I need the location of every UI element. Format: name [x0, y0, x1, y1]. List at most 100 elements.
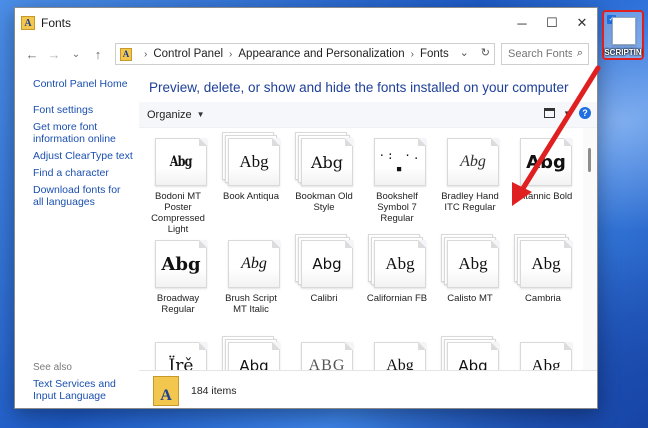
search-box[interactable]: ⌕	[501, 43, 589, 65]
font-sample-text: Ïrě	[168, 356, 194, 370]
font-file-icon: Abg	[149, 234, 207, 288]
font-tile[interactable]: Abg Cambria	[510, 234, 576, 304]
item-count: 184 items	[191, 384, 237, 397]
sidebar-link-font-settings[interactable]: Font settings	[33, 104, 133, 116]
address-bar[interactable]: A › Control Panel › Appearance and Perso…	[115, 43, 495, 65]
title-bar[interactable]: A Fonts ─ ☐ ✕	[15, 8, 597, 38]
font-tile[interactable]: ÏrěCambria Math	[145, 336, 211, 370]
font-tile[interactable]: AbgCentury Gothic	[437, 336, 503, 370]
search-input[interactable]	[508, 48, 572, 60]
page-fold	[418, 342, 426, 350]
close-button[interactable]: ✕	[567, 8, 597, 38]
breadcrumb-appearance[interactable]: Appearance and Personalization	[238, 48, 404, 60]
sidebar-link-download-fonts[interactable]: Download fonts for all languages	[33, 184, 133, 208]
breadcrumb-fonts[interactable]: Fonts	[420, 48, 449, 60]
page-fold	[345, 138, 353, 146]
organize-caret-icon[interactable]: ▼	[197, 110, 205, 119]
font-tile[interactable]: Abg Book Antiqua	[218, 132, 284, 202]
address-actions: ⌄ ↻	[460, 46, 490, 59]
minimize-button[interactable]: ─	[507, 8, 537, 38]
chevron-right-icon: ›	[229, 48, 233, 60]
maximize-button[interactable]: ☐	[537, 8, 567, 38]
font-tile[interactable]: Abg Calibri	[291, 234, 357, 304]
font-tile[interactable]: Abg Bodoni MT Poster Compressed Light	[145, 132, 211, 235]
font-family-icon: Abg	[368, 234, 426, 288]
back-button[interactable]: ←	[23, 47, 41, 62]
font-family-icon: Abg	[295, 234, 353, 288]
font-name-label: Cambria	[525, 293, 561, 304]
font-tile[interactable]: Abg Calisto MT	[437, 234, 503, 304]
font-tile[interactable]: Abg Broadway Regular	[145, 234, 211, 315]
help-icon[interactable]: ?	[579, 107, 591, 119]
font-sample-text: Abg	[239, 357, 269, 370]
page-fold	[418, 138, 426, 146]
page-fold	[564, 138, 572, 146]
font-name-label: Bookman Old Style	[295, 191, 353, 213]
font-family-icon: Abg	[222, 132, 280, 186]
font-tile[interactable]: ·: ·. ▪ Bookshelf Symbol 7 Regular	[364, 132, 430, 224]
font-tile[interactable]: AbgCentaur Regular	[364, 336, 430, 370]
font-tile[interactable]: Abg Californian FB	[364, 234, 430, 304]
font-family-icon: Abg	[295, 132, 353, 186]
page-fold	[199, 138, 207, 146]
search-icon[interactable]: ⌕	[577, 47, 583, 60]
font-sample-text: Abg	[170, 154, 193, 170]
font-file-icon: ·: ·. ▪	[368, 132, 426, 186]
tasks-sidebar: Control Panel Home Font settings Get mor…	[15, 70, 139, 408]
font-tile[interactable]: Abg Bookman Old Style	[291, 132, 357, 213]
page-fold	[418, 240, 426, 248]
page-fold	[272, 240, 280, 248]
font-file-icon: Abg	[222, 234, 280, 288]
font-name-label: Calibri	[310, 293, 338, 304]
font-tile[interactable]: AbgCandara	[218, 336, 284, 370]
up-button[interactable]: ↑	[89, 47, 107, 62]
sidebar-link-cleartype[interactable]: Adjust ClearType text	[33, 150, 133, 162]
fonts-window: A Fonts ─ ☐ ✕ ← → ⌄ ↑ A › Control Panel …	[14, 7, 598, 409]
font-sample-text: Abg	[239, 152, 269, 171]
font-name-label: Britannic Bold	[513, 191, 573, 202]
view-controls: ▼ ?	[544, 107, 591, 119]
font-sample-text: Abg	[161, 253, 201, 275]
font-sample-text: Abg	[241, 255, 267, 272]
font-sample-text: Abg	[460, 153, 486, 170]
page-fold	[272, 138, 280, 146]
font-family-icon: Abg	[222, 336, 280, 370]
recent-locations-button[interactable]: ⌄	[67, 49, 85, 60]
page-fold	[272, 342, 280, 350]
font-tile[interactable]: AbgCentury Regular	[510, 336, 576, 370]
sidebar-link-find-character[interactable]: Find a character	[33, 167, 133, 179]
font-name-label: Bodoni MT Poster Compressed Light	[151, 191, 205, 235]
font-sample-text: Abg	[458, 357, 488, 370]
font-name-label: Broadway Regular	[156, 293, 200, 315]
sidebar-link-control-panel-home[interactable]: Control Panel Home	[33, 78, 133, 90]
font-name-label: Calisto MT	[447, 293, 493, 304]
font-tile[interactable]: Abg Brush Script MT Italic	[218, 234, 284, 315]
forward-button[interactable]: →	[45, 47, 63, 62]
details-pane: A 184 items	[139, 370, 597, 408]
vertical-scrollbar[interactable]	[583, 128, 597, 370]
scrollbar-thumb[interactable]	[588, 148, 591, 172]
view-options-caret-icon[interactable]: ▼	[563, 109, 571, 118]
refresh-icon[interactable]: ↻	[481, 46, 490, 59]
chevron-down-icon[interactable]: ⌄	[460, 46, 469, 59]
desktop-font-file-icon[interactable]: ✓ SCRIPTIN	[602, 10, 644, 60]
font-tile[interactable]: Abg Britannic Bold	[510, 132, 576, 202]
font-file-icon: Ïrě	[149, 336, 207, 370]
page-fold	[199, 240, 207, 248]
sidebar-link-more-font-info[interactable]: Get more font information online	[33, 121, 133, 145]
organize-button[interactable]: Organize	[147, 109, 192, 121]
font-file-icon: Abg	[368, 336, 426, 370]
page-fold	[199, 342, 207, 350]
page-heading: Preview, delete, or show and hide the fo…	[139, 70, 597, 102]
font-file-icon	[612, 17, 636, 45]
sidebar-link-text-services[interactable]: Text Services and Input Language	[33, 378, 133, 402]
fonts-app-icon: A	[21, 16, 35, 30]
font-sample-text: Abg	[310, 152, 344, 172]
content-area: Control Panel Home Font settings Get mor…	[15, 70, 597, 408]
change-view-icon[interactable]	[544, 108, 556, 118]
font-tile[interactable]: Abg Bradley Hand ITC Regular	[437, 132, 503, 213]
font-name-label: Californian FB	[366, 293, 428, 304]
breadcrumb-control-panel[interactable]: Control Panel	[153, 48, 223, 60]
font-tile[interactable]: ABGCastellar Regular	[291, 336, 357, 370]
chevron-right-icon: ›	[144, 48, 148, 60]
